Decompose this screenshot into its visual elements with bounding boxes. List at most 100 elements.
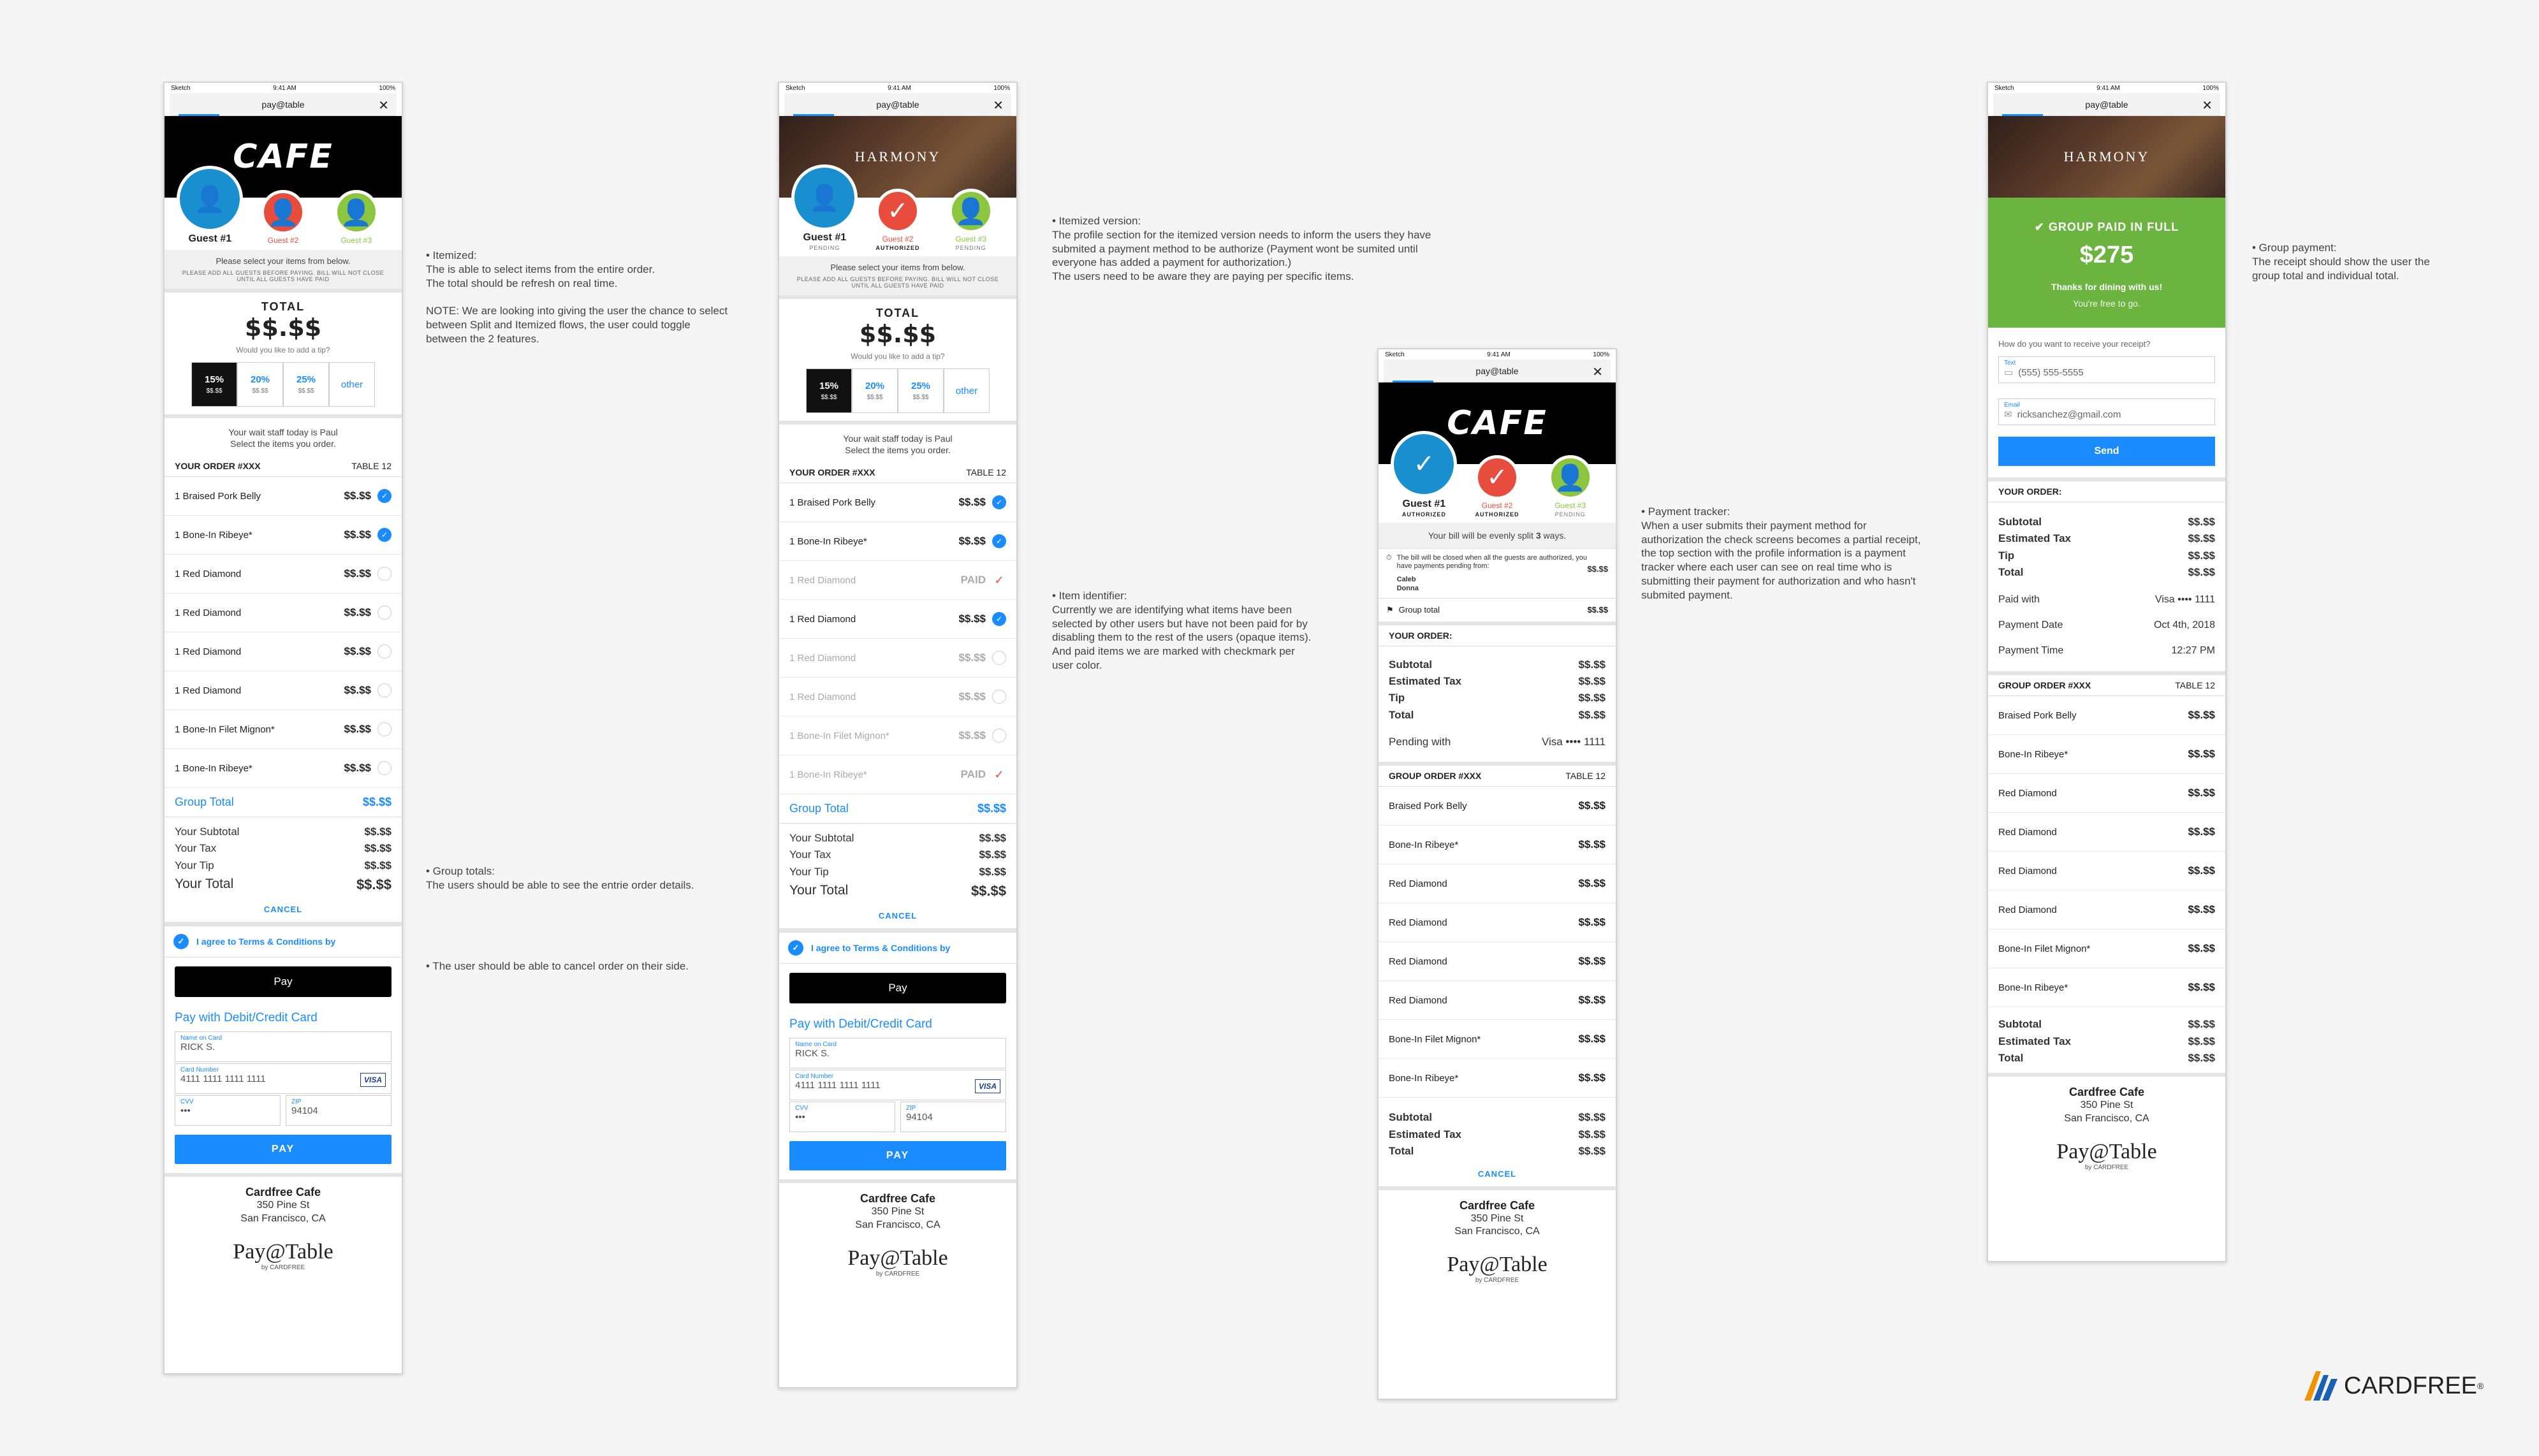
group-order-item: Bone-In Filet Mignon* $$.$$ [1988,929,2225,969]
checked-icon[interactable]: ✓ [992,534,1006,548]
card-number-field[interactable]: Card Number 4111 1111 1111 1111 VISA [789,1070,1006,1101]
unchecked-icon[interactable] [377,761,391,775]
pay-button[interactable]: PAY [789,1141,1006,1171]
item-price: $$.$$ [344,490,371,502]
name-on-card-field[interactable]: Name on Card RICK S. [789,1038,1006,1069]
footer-address-2: San Francisco, CA [855,1219,940,1230]
terms-agree[interactable]: ✓ I agree to Terms & Conditions by [779,932,1016,963]
table-number: TABLE 12 [351,461,391,471]
guest-3[interactable]: 👤 Guest #3 PENDING [1533,455,1607,518]
terms-agree[interactable]: ✓ I agree to Terms & Conditions by [165,926,402,957]
guest-1[interactable]: 👤 Guest #1 PENDING [788,164,861,251]
email-field[interactable]: Email ✉ ricksanchez@gmail.com [1998,398,2215,425]
checked-icon[interactable]: ✓ [377,489,391,503]
unchecked-icon[interactable] [377,606,391,620]
cancel-button[interactable]: CANCEL [165,899,402,922]
field-label: Text [2004,360,2016,367]
tip-amount: $$.$$ [867,394,883,401]
guest-2[interactable]: 👤 Guest #2 [247,190,320,245]
cvv-field[interactable]: CVV ••• [789,1102,895,1133]
guest-1[interactable]: ✓ Guest #1 AUTHORIZED [1387,431,1461,518]
payment-section: Pay Pay with Debit/Credit Card Name on C… [779,963,1016,1179]
checkbox-icon[interactable]: ✓ [173,934,189,950]
your-order-label: YOUR ORDER: [1389,630,1452,641]
item-name: 1 Bone-In Filet Mignon* [175,724,275,735]
order-item[interactable]: 1 Bone-In Filet Mignon* $$.$$ [165,710,402,749]
order-item[interactable]: 1 Braised Pork Belly $$.$$ ✓ [165,477,402,516]
close-icon[interactable]: ✕ [378,98,389,113]
split-text: Your bill will be evenly split [1428,530,1536,541]
wait-line-1: Your wait staff today is Paul [228,427,338,437]
unchecked-icon [992,651,1006,665]
checkbox-icon[interactable]: ✓ [788,940,803,956]
order-item[interactable]: 1 Red Diamond $$.$$ [165,671,402,710]
terms-label: I agree to Terms & Conditions by [196,936,336,947]
status-bar: Sketch 9:41 AM 100% [1988,83,2225,93]
tip-25[interactable]: 25% $$.$$ [898,368,944,413]
tip-label: Your Tip [789,865,829,878]
unchecked-icon[interactable] [377,567,391,581]
thanks-message: Thanks for dining with us! [2051,282,2163,292]
cancel-button[interactable]: CANCEL [779,906,1016,928]
pay-button[interactable]: PAY [175,1135,391,1165]
item-name: 1 Bone-In Ribeye* [175,762,252,774]
item-name: Bone-In Filet Mignon* [1389,1033,1481,1045]
status-carrier: Sketch [171,84,191,92]
tip-other[interactable]: other [944,368,990,413]
select-note-text: Please select your items from below. [830,263,965,272]
tip-15[interactable]: 15% $$.$$ [806,368,852,413]
tip-other[interactable]: other [329,362,375,407]
zip-field[interactable]: ZIP 94104 [900,1102,1006,1133]
text-field[interactable]: Text ▭ (555) 555-5555 [1998,356,2215,383]
name-on-card-field[interactable]: Name on Card RICK S. [175,1031,391,1063]
tip-25[interactable]: 25% $$.$$ [283,362,329,407]
order-item[interactable]: 1 Bone-In Ribeye* $$.$$ [165,749,402,788]
checked-icon[interactable]: ✓ [377,528,391,542]
group-total-value: $$.$$ [1587,605,1608,615]
unchecked-icon[interactable] [377,722,391,736]
guest-3[interactable]: 👤 Guest #3 [319,190,393,245]
guest-2[interactable]: ✓ Guest #2 AUTHORIZED [861,189,935,251]
payment-section: Pay Pay with Debit/Credit Card Name on C… [165,957,402,1173]
checked-icon[interactable]: ✓ [992,495,1006,509]
close-icon[interactable]: ✕ [1592,364,1603,380]
tip-20[interactable]: 20% $$.$$ [852,368,898,413]
apple-pay-button[interactable]: Pay [789,973,1006,1004]
status-battery: 100% [1593,351,1609,358]
guest-3[interactable]: 👤 Guest #3 PENDING [934,189,1007,251]
cardfree-byline: by CARDFREE [261,1263,305,1271]
order-item[interactable]: 1 Red Diamond $$.$$ [165,593,402,632]
order-item[interactable]: 1 Bone-In Ribeye* $$.$$ ✓ [779,522,1016,561]
total-label: Total [1389,1145,1414,1158]
item-name: 1 Bone-In Ribeye* [175,529,252,541]
field-label: CVV [795,1105,809,1112]
tip-20[interactable]: 20% $$.$$ [237,362,283,407]
order-item[interactable]: 1 Bone-In Ribeye* $$.$$ ✓ [165,516,402,555]
tip-15[interactable]: 15% $$.$$ [191,362,237,407]
send-button[interactable]: Send [1998,437,2215,466]
order-header: YOUR ORDER #XXX TABLE 12 [779,462,1016,483]
card-number-field[interactable]: Card Number 4111 1111 1111 1111 VISA [175,1063,391,1095]
apple-pay-button[interactable]: Pay [175,966,391,998]
unchecked-icon[interactable] [377,644,391,659]
order-item[interactable]: 1 Red Diamond $$.$$ [165,632,402,671]
group-total[interactable]: Group Total $$.$$ [165,788,402,817]
close-icon[interactable]: ✕ [2202,98,2213,113]
guest-2[interactable]: ✓ Guest #2 AUTHORIZED [1461,455,1534,518]
cancel-button[interactable]: CANCEL [1379,1164,1616,1186]
order-item[interactable]: 1 Red Diamond $$.$$ ✓ [779,600,1016,639]
cvv-field[interactable]: CVV ••• [175,1095,281,1126]
restaurant-logo: HARMONY [854,149,941,164]
order-item[interactable]: 1 Braised Pork Belly $$.$$ ✓ [779,483,1016,522]
unchecked-icon[interactable] [377,683,391,697]
select-note: Please select your items from below. PLEA… [165,250,402,289]
close-icon[interactable]: ✕ [993,98,1004,113]
guest-1[interactable]: 👤 Guest #1 [173,166,247,245]
zip-field[interactable]: ZIP 94104 [286,1095,391,1126]
field-value: ••• [180,1105,191,1117]
group-total[interactable]: Group Total $$.$$ [779,794,1016,824]
checked-icon[interactable]: ✓ [992,612,1006,626]
tax-label: Your Tax [175,842,217,855]
tip-amount: $$.$$ [821,394,837,401]
order-item[interactable]: 1 Red Diamond $$.$$ [165,555,402,593]
